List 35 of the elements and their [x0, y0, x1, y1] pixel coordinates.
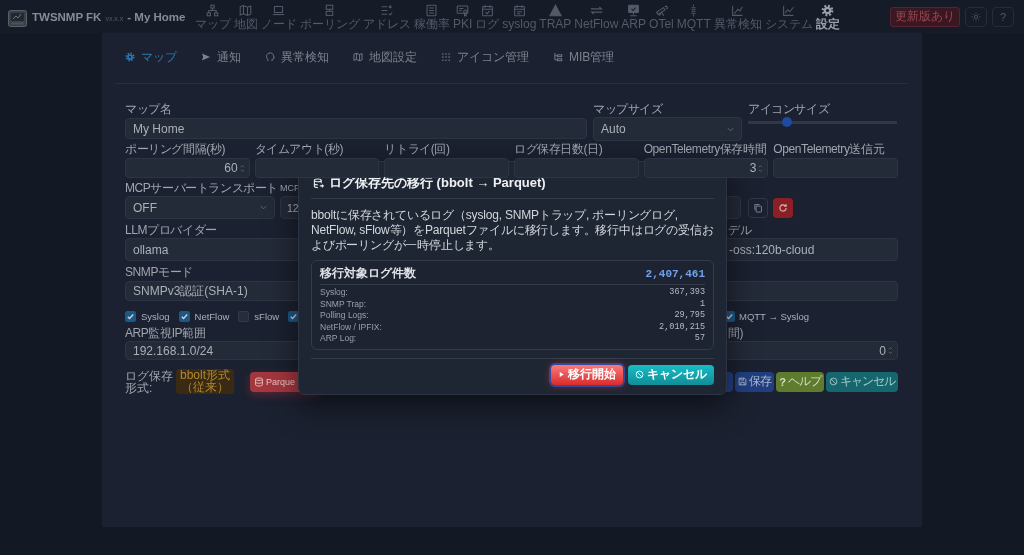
- log-count: 1: [699, 298, 705, 310]
- checkbox-label: sFlow: [254, 310, 280, 322]
- field-label: ARP監視IP範囲: [125, 327, 206, 339]
- field-label: OpenTelemetry送信元: [773, 143, 885, 155]
- field-label: リトライ(回): [384, 143, 450, 155]
- format-badge: bbolt形式（従来）: [176, 369, 234, 394]
- log-format-label: ログ保存形式:: [125, 369, 173, 394]
- field-label: マップサイズ: [593, 103, 663, 115]
- checkbox-label: MQTT → Syslog: [739, 310, 810, 322]
- field-label: ログ保存日数(日): [514, 143, 603, 155]
- field-label: 間): [728, 327, 744, 339]
- summary-label: 移行対象ログ件数: [320, 265, 416, 282]
- log-type-label: Polling Logs:: [320, 310, 369, 322]
- log-type-label: NetFlow / IPFIX:: [320, 321, 382, 333]
- log-count: 367,393: [669, 287, 705, 299]
- field-label: タイムアウト(秒): [254, 143, 344, 155]
- field-label: LLMプロバイダー: [125, 224, 217, 236]
- field-label: SNMPモード: [125, 266, 193, 278]
- checkbox-label: Syslog: [141, 310, 170, 322]
- field-label: ポーリング間隔(秒): [125, 143, 225, 155]
- log-count: 57: [694, 333, 705, 345]
- field-label: OpenTelemetry保存時間: [643, 143, 767, 155]
- log-count: 29,795: [674, 310, 705, 322]
- field-label: デル: [728, 224, 752, 236]
- log-type-label: Syslog:: [320, 287, 348, 299]
- log-type-label: ARP Log:: [320, 333, 357, 345]
- map-title: - My Home: [127, 10, 186, 23]
- app-title: TWSNMP FK: [32, 10, 102, 23]
- field-label: マップ名: [125, 103, 172, 115]
- total-count: 2,407,461: [645, 267, 705, 280]
- checkbox-label: NetFlow: [194, 310, 230, 322]
- log-type-label: SNMP Trap:: [320, 298, 367, 310]
- log-count: 2,010,215: [659, 321, 705, 333]
- field-label: MCPサーバートランスポート: [125, 182, 279, 194]
- field-label: アイコンサイズ: [748, 103, 830, 115]
